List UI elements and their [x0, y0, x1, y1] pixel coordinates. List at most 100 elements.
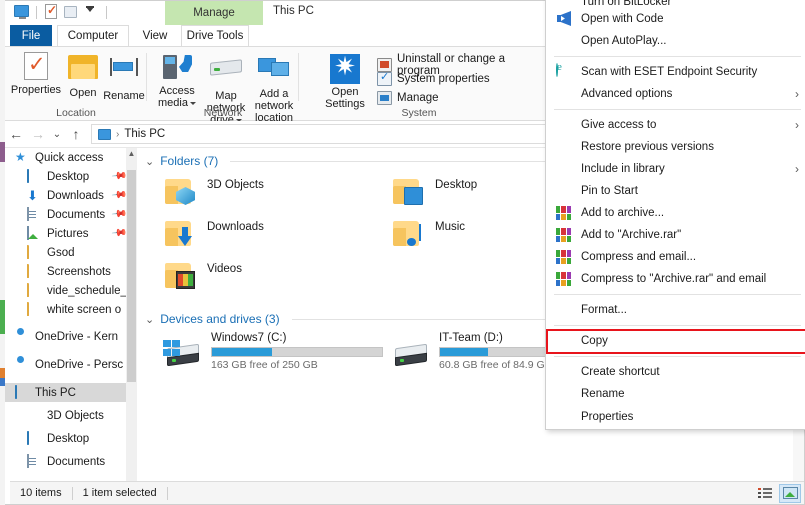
- sidebar-item-nav-documents[interactable]: Documents: [5, 452, 137, 471]
- menu-item-scan-eset[interactable]: Scan with ESET Endpoint Security: [546, 61, 805, 83]
- menu-item-open-autoplay[interactable]: Open AutoPlay...: [546, 30, 805, 52]
- chevron-down-icon[interactable]: ⌄: [145, 155, 154, 168]
- menu-item-properties[interactable]: Properties: [546, 405, 805, 429]
- ribbon-button-manage[interactable]: Manage: [377, 91, 439, 105]
- sidebar-item-quick-access[interactable]: ★ Quick access: [5, 148, 137, 167]
- sidebar-item-screenshots[interactable]: Screenshots: [5, 262, 137, 281]
- menu-separator: [554, 294, 801, 295]
- ribbon-button-access-media[interactable]: Access media: [153, 52, 201, 109]
- sidebar-item-pictures[interactable]: Pictures 📌: [5, 224, 137, 243]
- scroll-up-arrow[interactable]: ▲: [126, 148, 137, 160]
- menu-item-compress-to-archive-and-email[interactable]: Compress to "Archive.rar" and email: [546, 268, 805, 290]
- sidebar-item-desktop[interactable]: Desktop 📌: [5, 167, 137, 186]
- folder-item-videos[interactable]: Videos: [163, 258, 391, 300]
- sidebar-item-label: white screen o: [47, 303, 122, 316]
- drive-item-windows7-c[interactable]: Windows7 (C:) 163 GB free of 250 GB: [163, 330, 391, 376]
- ribbon-button-open-settings[interactable]: Open Settings: [317, 51, 373, 110]
- no-icon: [556, 183, 572, 199]
- folder-item-3d-objects[interactable]: 3D Objects: [163, 174, 391, 216]
- sidebar-item-vide-schedule[interactable]: vide_schedule_: [5, 281, 137, 300]
- new-folder-icon[interactable]: [63, 4, 80, 20]
- bitlocker-icon: [556, 0, 572, 8]
- sidebar-item-3d-objects[interactable]: 3D Objects: [5, 406, 137, 425]
- this-pc-icon[interactable]: [13, 4, 30, 20]
- menu-item-add-to-archive-rar[interactable]: Add to "Archive.rar": [546, 224, 805, 246]
- customize-dropdown-icon[interactable]: [83, 4, 100, 20]
- sidebar-item-documents[interactable]: Documents 📌: [5, 205, 137, 224]
- winrar-icon: [556, 227, 572, 243]
- ribbon-button-label: Access media: [158, 85, 195, 109]
- sidebar-item-nav-desktop[interactable]: Desktop: [5, 429, 137, 448]
- forward-button[interactable]: →: [27, 123, 49, 145]
- manage-icon: [377, 91, 392, 105]
- breadcrumb-path: This PC: [124, 128, 166, 140]
- group-title: Folders (7): [160, 154, 219, 168]
- menu-item-label: Restore previous versions: [581, 141, 714, 153]
- menu-item-give-access-to[interactable]: Give access to ›: [546, 114, 805, 136]
- drive-free-space-label: 163 GB free of 250 GB: [211, 359, 318, 371]
- folder-videos-icon: [163, 260, 197, 292]
- scrollbar-thumb[interactable]: [127, 170, 136, 382]
- ribbon-group-label-network: Network: [203, 107, 243, 119]
- sidebar-item-onedrive-personal[interactable]: OneDrive - Persc: [5, 355, 137, 374]
- menu-item-advanced-options[interactable]: Advanced options ›: [546, 83, 805, 105]
- folder-item-label: Downloads: [207, 221, 264, 233]
- sidebar-item-white-screen[interactable]: white screen o: [5, 300, 137, 319]
- back-button[interactable]: ←: [5, 123, 27, 145]
- menu-item-create-shortcut[interactable]: Create shortcut: [546, 361, 805, 383]
- sidebar-item-downloads[interactable]: ⬇ Downloads 📌: [5, 186, 137, 205]
- tab-view[interactable]: View: [133, 25, 177, 47]
- no-icon: [556, 302, 572, 318]
- navigation-pane: ★ Quick access Desktop 📌 ⬇ Downloads 📌 D…: [5, 148, 137, 499]
- menu-item-format[interactable]: Format...: [546, 299, 805, 321]
- ribbon-button-label: Manage: [397, 92, 439, 104]
- ribbon-button-rename[interactable]: Rename: [98, 52, 150, 102]
- up-button[interactable]: ↑: [65, 123, 87, 145]
- no-icon: [556, 364, 572, 380]
- sidebar-item-label: Pictures: [47, 227, 89, 240]
- menu-item-restore-previous-versions[interactable]: Restore previous versions: [546, 136, 805, 158]
- menu-item-label: Pin to Start: [581, 185, 638, 197]
- folder-item-downloads[interactable]: Downloads: [163, 216, 391, 258]
- menu-item-label: Format...: [581, 304, 628, 316]
- map-network-drive-icon: [210, 58, 242, 78]
- 3d-objects-icon: [27, 409, 41, 422]
- menu-item-turn-on-bitlocker[interactable]: Turn on BitLocker: [546, 0, 805, 8]
- star-icon: ★: [15, 150, 26, 164]
- context-menu: Turn on BitLocker Open with Code Open Au…: [545, 0, 805, 430]
- menu-item-label: Turn on BitLocker: [581, 0, 672, 8]
- details-view-icon[interactable]: [754, 484, 776, 503]
- properties-icon[interactable]: [43, 3, 60, 20]
- chevron-down-icon[interactable]: ⌄: [145, 313, 154, 326]
- ribbon-group-label-location: Location: [56, 107, 96, 119]
- sidebar-item-onedrive-kern[interactable]: OneDrive - Kern: [5, 327, 137, 346]
- menu-item-rename[interactable]: Rename: [546, 383, 805, 405]
- sidebar-item-gsod[interactable]: Gsod: [5, 243, 137, 262]
- menu-item-include-in-library[interactable]: Include in library ›: [546, 158, 805, 180]
- sidebar-item-label: Quick access: [35, 151, 104, 164]
- access-media-icon: [162, 53, 192, 81]
- menu-item-compress-and-email[interactable]: Compress and email...: [546, 246, 805, 268]
- sidebar-item-label: 3D Objects: [47, 409, 104, 422]
- menu-item-label: Copy: [581, 335, 608, 347]
- tab-drive-tools[interactable]: Drive Tools: [181, 25, 249, 47]
- ribbon-button-system-properties[interactable]: System properties: [377, 70, 490, 86]
- download-icon: ⬇: [27, 188, 38, 203]
- recent-locations-button[interactable]: ⌄: [49, 123, 65, 145]
- open-folder-icon: [68, 55, 98, 79]
- tab-file[interactable]: File: [10, 25, 52, 47]
- menu-item-pin-to-start[interactable]: Pin to Start: [546, 180, 805, 202]
- menu-item-copy[interactable]: Copy: [546, 330, 805, 352]
- large-icons-view-icon[interactable]: [779, 483, 801, 503]
- sidebar-item-this-pc[interactable]: This PC: [5, 383, 137, 402]
- folder-desktop-icon: [391, 176, 425, 208]
- tab-computer[interactable]: Computer: [57, 25, 129, 47]
- drive-item-label: Windows7 (C:): [211, 332, 287, 344]
- menu-item-add-to-archive[interactable]: Add to archive...: [546, 202, 805, 224]
- cloud-icon: [15, 358, 29, 371]
- no-icon: [556, 33, 572, 49]
- ribbon-button-properties[interactable]: Properties: [10, 52, 62, 96]
- navigation-pane-scrollbar[interactable]: ▲ ▼: [126, 148, 137, 499]
- menu-item-open-with-code[interactable]: Open with Code: [546, 8, 805, 30]
- status-item-count: 10 items: [20, 487, 62, 499]
